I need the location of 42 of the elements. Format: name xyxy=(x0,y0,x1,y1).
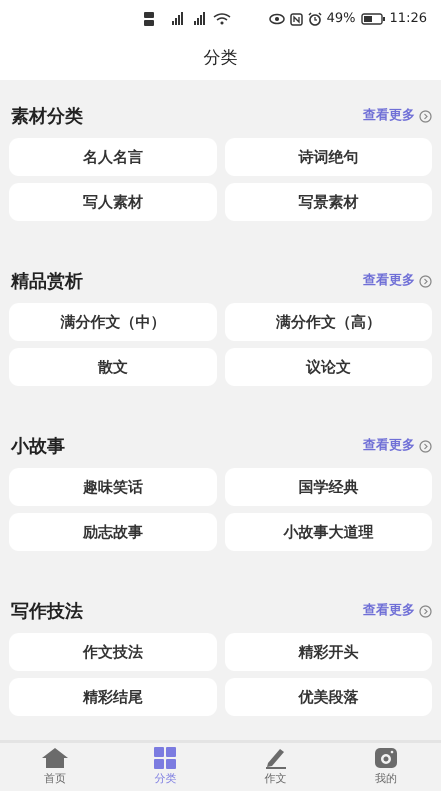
category-button[interactable]: 散文 xyxy=(9,348,216,386)
chevron-circle-icon xyxy=(419,110,432,122)
chevron-circle-icon xyxy=(419,440,432,452)
section-title: 素材分类 xyxy=(10,104,83,128)
category-button[interactable]: 写景素材 xyxy=(224,183,432,221)
category-button[interactable]: 国学经典 xyxy=(224,468,432,506)
category-button[interactable]: 议论文 xyxy=(224,348,432,386)
category-button[interactable]: 精彩开头 xyxy=(224,633,432,671)
grid-icon xyxy=(154,746,176,769)
eye-icon xyxy=(268,13,285,25)
view-more-link[interactable]: 查看更多 xyxy=(363,106,432,126)
category-button[interactable]: 作文技法 xyxy=(9,633,216,671)
nav-tab[interactable]: 作文 xyxy=(220,743,331,791)
category-button[interactable]: 写人素材 xyxy=(9,183,216,221)
category-button[interactable]: 满分作文（高） xyxy=(224,303,432,341)
alarm-icon xyxy=(308,12,322,26)
category-button[interactable]: 趣味笑话 xyxy=(9,468,216,506)
chevron-circle-icon xyxy=(419,604,432,618)
chevron-circle-icon xyxy=(419,274,432,288)
category-button[interactable]: 满分作文（中） xyxy=(9,303,216,341)
category-button[interactable]: 名人名言 xyxy=(9,138,216,176)
camera-icon xyxy=(374,746,398,769)
view-more-link[interactable]: 查看更多 xyxy=(363,271,432,291)
category-button[interactable]: 精彩结尾 xyxy=(9,678,216,716)
clock-time: 11:26 xyxy=(390,10,427,28)
home-icon xyxy=(41,746,70,769)
pen-icon xyxy=(264,746,288,769)
nfc-icon xyxy=(290,12,303,26)
view-more-link[interactable]: 查看更多 xyxy=(363,601,432,621)
nav-tab[interactable]: 首页 xyxy=(0,743,110,791)
section-title: 小故事 xyxy=(10,434,65,458)
battery-percent: 49% xyxy=(326,10,356,28)
page-title: 分类 xyxy=(204,47,238,70)
category-button[interactable]: 优美段落 xyxy=(224,678,432,716)
battery-icon xyxy=(360,13,385,25)
section-title: 写作技法 xyxy=(10,600,83,624)
category-button[interactable]: 小故事大道理 xyxy=(224,513,432,551)
category-button[interactable]: 诗词绝句 xyxy=(224,138,432,176)
nav-tab[interactable]: 我的 xyxy=(330,743,441,791)
view-more-link[interactable]: 查看更多 xyxy=(363,436,432,456)
category-button[interactable]: 励志故事 xyxy=(9,513,216,551)
section-title: 精品赏析 xyxy=(10,270,83,294)
